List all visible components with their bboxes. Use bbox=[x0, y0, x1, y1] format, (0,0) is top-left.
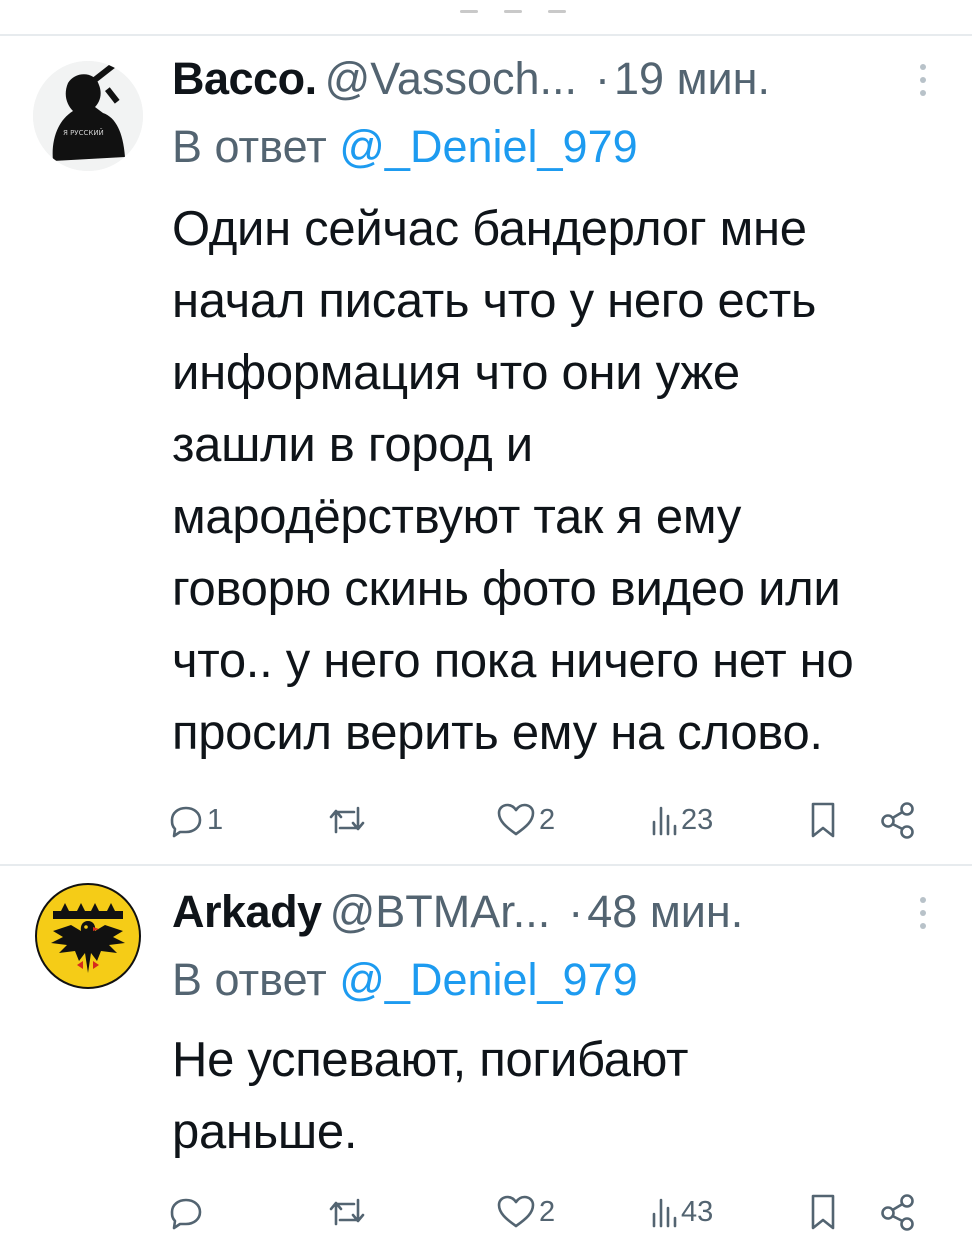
reply-prefix: В ответ bbox=[172, 121, 327, 172]
bookmark-icon bbox=[811, 1194, 835, 1230]
bookmark-button[interactable] bbox=[808, 798, 838, 842]
more-options-icon[interactable] bbox=[918, 63, 928, 97]
separator-dot: · bbox=[568, 886, 584, 937]
heart-icon bbox=[497, 1195, 535, 1228]
display-name[interactable]: Вассо. bbox=[172, 53, 317, 104]
reply-button[interactable] bbox=[168, 1190, 207, 1234]
tweet-text-line: начал писать что у него есть bbox=[172, 274, 817, 328]
tweet-text-line: информация что они уже bbox=[172, 346, 740, 400]
tweet-text-line: зашли в город и bbox=[172, 418, 533, 472]
reply-icon bbox=[170, 806, 202, 838]
tweet-text-line: Один сейчас бандерлог мне bbox=[172, 202, 807, 256]
tweet-text-line: мародёрствуют так я ему bbox=[172, 490, 742, 544]
user-handle[interactable]: @Vassoch... bbox=[325, 53, 577, 104]
view-count: 43 bbox=[681, 1195, 714, 1228]
hooded-figure-with-rifle-icon: Я РУССКИЙ bbox=[33, 61, 143, 171]
retweet-button[interactable] bbox=[326, 1190, 371, 1234]
share-button[interactable] bbox=[878, 1190, 918, 1234]
like-count: 2 bbox=[539, 1195, 556, 1228]
reply-to-link[interactable]: @_Deniel_979 bbox=[339, 954, 637, 1005]
tweet-text-line: Не успевают, погибают bbox=[172, 1033, 689, 1087]
bookmark-button[interactable] bbox=[808, 1190, 838, 1234]
divider-between-tweets bbox=[0, 864, 972, 866]
avatar[interactable] bbox=[33, 881, 143, 991]
tweet-text-line: что.. у него пока ничего нет но bbox=[172, 634, 854, 688]
views-chart-icon bbox=[652, 806, 677, 836]
tweet-text: Не успевают, погибают раньше. bbox=[172, 1024, 962, 1168]
timestamp[interactable]: 19 мин. bbox=[614, 53, 770, 104]
reply-context: В ответ @_Deniel_979 bbox=[172, 950, 638, 1010]
retweet-icon bbox=[329, 1198, 365, 1226]
heart-icon bbox=[497, 803, 535, 836]
separator-dot: · bbox=[595, 53, 611, 104]
avatar[interactable]: Я РУССКИЙ bbox=[33, 61, 143, 171]
like-button[interactable]: 2 bbox=[496, 1190, 555, 1234]
divider-top bbox=[0, 34, 972, 36]
reply-prefix: В ответ bbox=[172, 954, 327, 1005]
like-count: 2 bbox=[539, 803, 556, 836]
share-icon bbox=[881, 1194, 914, 1231]
retweet-icon bbox=[329, 806, 365, 834]
tweet-header: Arkady @BTMAr... ·48 мин. bbox=[172, 882, 972, 942]
display-name[interactable]: Arkady bbox=[172, 886, 322, 937]
tweet-actions: 1 2 23 bbox=[168, 798, 928, 842]
share-button[interactable] bbox=[878, 798, 918, 842]
share-icon bbox=[881, 802, 914, 839]
tweet-text-line: раньше. bbox=[172, 1105, 358, 1159]
tweet-text: Один сейчас бандерлог мне начал писать ч… bbox=[172, 193, 962, 769]
reply-context: В ответ @_Deniel_979 bbox=[172, 117, 638, 177]
black-eagle-coat-of-arms-icon bbox=[33, 881, 143, 991]
previous-tweet-remnant bbox=[460, 0, 660, 13]
reply-to-link[interactable]: @_Deniel_979 bbox=[339, 121, 637, 172]
more-options-icon[interactable] bbox=[918, 896, 928, 930]
avatar-text: Я РУССКИЙ bbox=[63, 128, 104, 137]
like-button[interactable]: 2 bbox=[496, 798, 555, 842]
views-button[interactable]: 43 bbox=[650, 1190, 713, 1234]
views-button[interactable]: 23 bbox=[650, 798, 713, 842]
tweet-actions: 2 43 bbox=[168, 1190, 928, 1234]
tweet-header: Вассо. @Vassoch... ·19 мин. bbox=[172, 49, 972, 109]
reply-count: 1 bbox=[207, 803, 224, 836]
timestamp[interactable]: 48 мин. bbox=[587, 886, 743, 937]
reply-button[interactable]: 1 bbox=[168, 798, 223, 842]
views-chart-icon bbox=[652, 1198, 677, 1228]
reply-icon bbox=[170, 1198, 202, 1230]
view-count: 23 bbox=[681, 803, 714, 836]
tweet-text-line: говорю скинь фото видео или bbox=[172, 562, 841, 616]
user-handle[interactable]: @BTMAr... bbox=[330, 886, 551, 937]
retweet-button[interactable] bbox=[326, 798, 371, 842]
bookmark-icon bbox=[811, 802, 835, 838]
tweet-text-line: просил верить ему на слово. bbox=[172, 706, 823, 760]
